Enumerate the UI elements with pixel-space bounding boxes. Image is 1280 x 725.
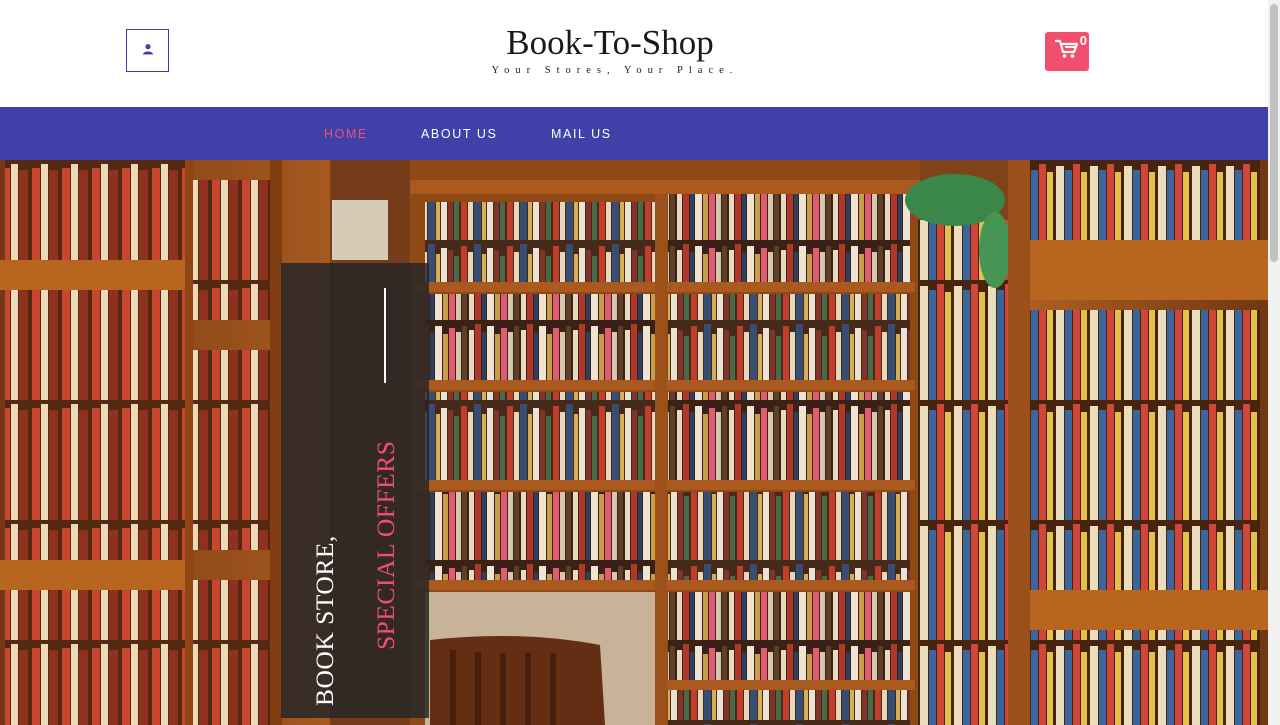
- hero-headline: BOOK STORE,: [310, 535, 339, 706]
- user-icon: [142, 42, 154, 60]
- main-nav: HOME ABOUT US MAIL US: [0, 107, 1268, 160]
- cart-button[interactable]: 0: [1045, 32, 1089, 71]
- hero-offer-panel: BOOK STORE, SPECIAL OFFERS: [281, 263, 429, 718]
- brand: Book-To-Shop Your Stores, Your Place.: [420, 22, 800, 76]
- account-button[interactable]: [126, 29, 169, 72]
- bookstore-shelves-photo: [0, 160, 1268, 725]
- site-header: Book-To-Shop Your Stores, Your Place. 0: [0, 0, 1268, 107]
- panel-divider: [384, 288, 386, 383]
- scrollbar-thumb[interactable]: [1270, 4, 1278, 262]
- page: Book-To-Shop Your Stores, Your Place. 0 …: [0, 0, 1280, 725]
- nav-home[interactable]: HOME: [324, 107, 368, 160]
- cart-count-badge: 0: [1079, 33, 1087, 48]
- hero-banner: BOOK STORE, SPECIAL OFFERS: [0, 160, 1268, 725]
- page-scrollbar[interactable]: [1268, 0, 1280, 725]
- site-tagline: Your Stores, Your Place.: [491, 65, 739, 76]
- shopping-cart-icon: [1054, 39, 1079, 64]
- nav-mail-us[interactable]: MAIL US: [551, 107, 612, 160]
- site-title[interactable]: Book-To-Shop: [420, 22, 800, 64]
- nav-about-us[interactable]: ABOUT US: [421, 107, 497, 160]
- hero-subheadline: SPECIAL OFFERS: [371, 440, 400, 650]
